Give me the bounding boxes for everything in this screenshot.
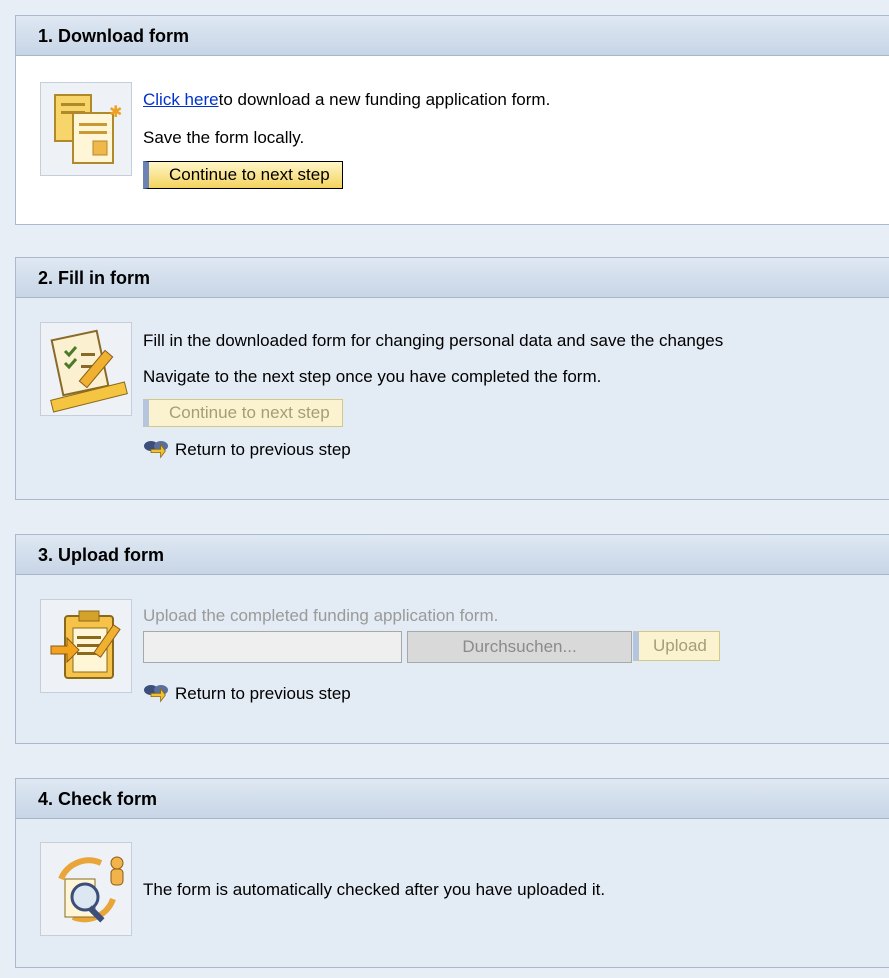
step-check-title: 4. Check form [16, 779, 889, 819]
upload-form-icon [40, 599, 132, 693]
save-locally-text: Save the form locally. [143, 128, 305, 147]
download-instruction-text: to download a new funding application fo… [218, 90, 551, 109]
step-check-panel: 4. Check form The form is automatically … [15, 778, 889, 968]
return-link-step3[interactable]: Return to previous step [143, 681, 351, 707]
return-label-step2: Return to previous step [175, 440, 351, 459]
file-path-input[interactable] [143, 631, 402, 663]
continue-button-step2[interactable]: Continue to next step [143, 399, 343, 427]
return-link-step2[interactable]: Return to previous step [143, 437, 351, 463]
fill-instruction-1: Fill in the downloaded form for changing… [143, 331, 724, 350]
step-fill-panel: 2. Fill in form Fill in the downloaded f… [15, 257, 889, 500]
step-download-title: 1. Download form [16, 16, 889, 56]
upload-button[interactable]: Upload [633, 631, 720, 661]
svg-text:✱: ✱ [109, 102, 122, 121]
step-download-panel: 1. Download form ✱ Click hereto download… [15, 15, 889, 225]
step-upload-title: 3. Upload form [16, 535, 889, 575]
step-upload-panel: 3. Upload form Upload the completed fund… [15, 534, 889, 744]
return-label-step3: Return to previous step [175, 684, 351, 703]
continue-button-step1[interactable]: Continue to next step [143, 161, 343, 189]
check-form-icon [40, 842, 132, 936]
return-arrow-icon [144, 684, 168, 703]
step-fill-title: 2. Fill in form [16, 258, 889, 298]
check-info-text: The form is automatically checked after … [143, 880, 606, 899]
click-here-link[interactable]: Click here [143, 90, 219, 109]
fill-instruction-2: Navigate to the next step once you have … [143, 367, 602, 386]
return-arrow-icon [144, 440, 168, 459]
fill-form-icon [40, 322, 132, 416]
download-instruction: Click hereto download a new funding appl… [143, 90, 550, 110]
download-form-icon: ✱ [40, 82, 132, 176]
browse-button[interactable]: Durchsuchen... [407, 631, 632, 663]
upload-instruction: Upload the completed funding application… [143, 606, 499, 625]
